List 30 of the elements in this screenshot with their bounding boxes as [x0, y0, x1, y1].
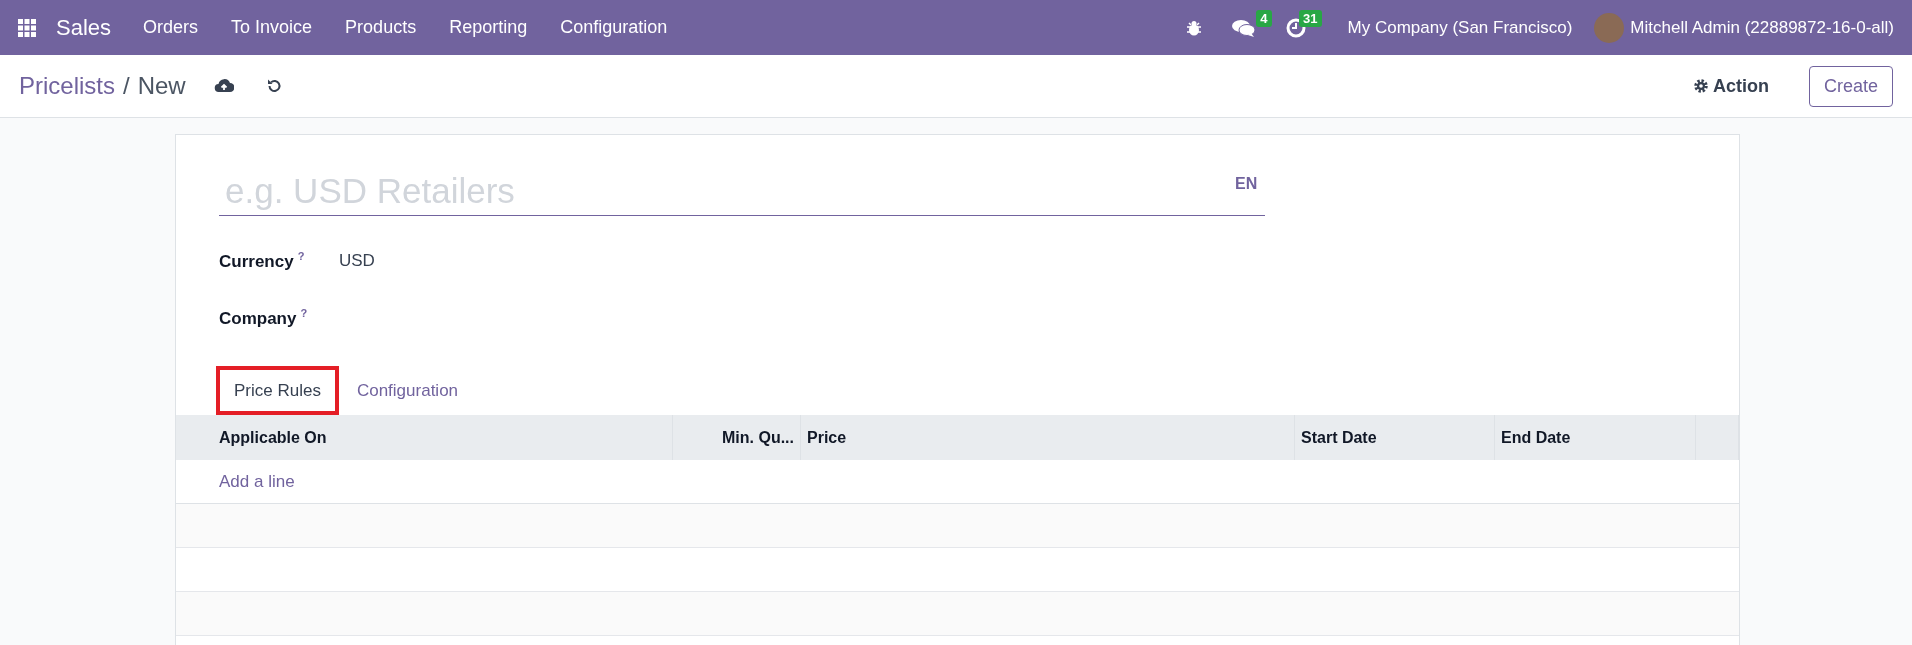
- company-switcher[interactable]: My Company (San Francisco): [1347, 17, 1573, 38]
- user-menu[interactable]: Mitchell Admin (22889872-16-0-all): [1630, 17, 1894, 38]
- add-line-link[interactable]: Add a line: [219, 471, 295, 492]
- action-button[interactable]: Action: [1686, 74, 1775, 98]
- app-name[interactable]: Sales: [56, 14, 112, 41]
- column-header[interactable]: Min. Qu...: [673, 415, 801, 460]
- field-label: Company $^{?}$: [219, 306, 309, 329]
- create-button[interactable]: Create: [1808, 65, 1893, 107]
- field-label: Currency $^{?}$: [219, 249, 306, 272]
- app-grid-icon[interactable]: [18, 18, 36, 37]
- breadcrumb-separator: /: [123, 72, 130, 100]
- tab[interactable]: Price Rules: [216, 366, 339, 415]
- menu-item[interactable]: Orders: [143, 17, 199, 38]
- menu-item[interactable]: Products: [345, 17, 417, 38]
- column-header[interactable]: Applicable On: [176, 415, 673, 460]
- column-header[interactable]: Start Date: [1295, 415, 1495, 460]
- menu-item[interactable]: Reporting: [449, 17, 528, 38]
- column-header[interactable]: Price: [801, 415, 1295, 460]
- activity-count-badge: 31: [1299, 9, 1322, 27]
- message-count-badge: 4: [1256, 9, 1272, 27]
- gear-icon: [1692, 78, 1709, 94]
- chat-icon[interactable]: [1231, 17, 1256, 38]
- breadcrumb-current: New: [137, 72, 186, 100]
- column-header[interactable]: End Date: [1495, 415, 1696, 460]
- menu-item[interactable]: Configuration: [560, 17, 668, 38]
- language-button[interactable]: EN: [1235, 175, 1258, 216]
- menu-item[interactable]: To Invoice: [231, 17, 313, 38]
- bug-icon[interactable]: [1185, 19, 1202, 36]
- field-value[interactable]: USD: [339, 250, 375, 271]
- breadcrumb-link[interactable]: Pricelists: [19, 72, 115, 100]
